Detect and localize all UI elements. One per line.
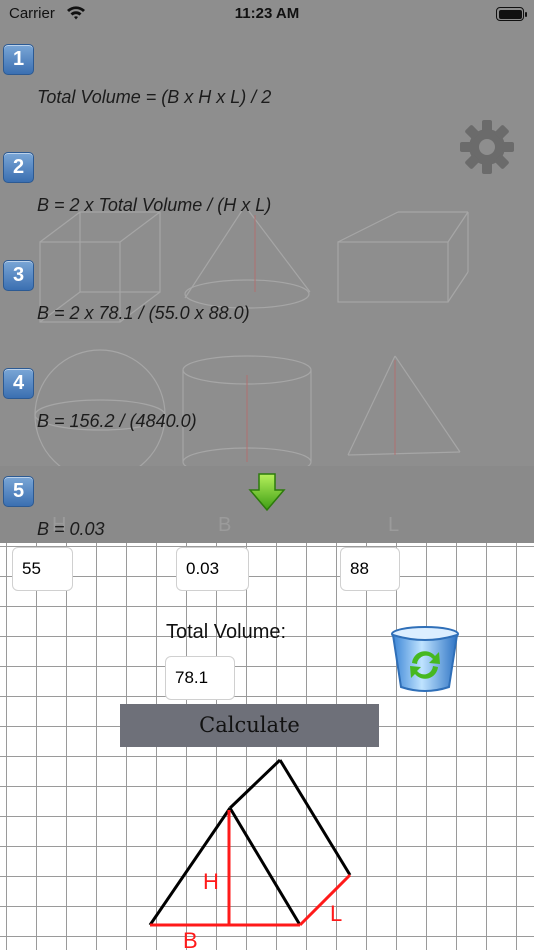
height-input[interactable]: 55 xyxy=(12,547,73,591)
status-bar: Carrier 11:23 AM xyxy=(0,0,534,30)
base-input[interactable]: 0.03 xyxy=(176,547,249,591)
step-2-text: B = 2 x Total Volume / (H x L) xyxy=(37,195,272,215)
diagram-label-l: L xyxy=(330,901,342,926)
step-4-badge: 4 xyxy=(3,368,34,399)
step-5-text: B = 0.03 xyxy=(37,519,105,539)
length-input[interactable]: 88 xyxy=(340,547,400,591)
calculate-button[interactable]: Calculate xyxy=(120,704,379,747)
hint-label-l: L xyxy=(388,514,400,536)
status-time: 11:23 AM xyxy=(234,5,300,22)
gear-icon xyxy=(460,120,514,174)
diagram-label-b: B xyxy=(183,928,198,950)
step-2-badge: 2 xyxy=(3,152,34,183)
step-3-badge: 3 xyxy=(3,260,34,291)
hint-label-b: B xyxy=(218,514,232,536)
diagram-label-h: H xyxy=(203,869,219,894)
battery-icon xyxy=(496,7,527,21)
arrow-down-icon xyxy=(248,473,286,512)
total-volume-input[interactable]: 78.1 xyxy=(165,656,235,700)
triangular-prism-diagram: H B L xyxy=(148,758,352,950)
step-3-text: B = 2 x 78.1 / (55.0 x 88.0) xyxy=(37,303,250,323)
clear-button[interactable] xyxy=(388,625,462,699)
total-volume-label: Total Volume: xyxy=(166,621,287,643)
step-1-badge: 1 xyxy=(3,44,34,75)
recycle-bin-icon xyxy=(391,626,459,692)
step-4-text: B = 156.2 / (4840.0) xyxy=(37,411,197,431)
settings-button[interactable] xyxy=(458,118,516,176)
step-1-text: Total Volume = (B x H x L) / 2 xyxy=(37,87,272,107)
solution-overlay: H B L 1 Total Volume = (B x H x L) / 2 2… xyxy=(0,30,534,543)
step-5-badge: 5 xyxy=(3,476,34,507)
